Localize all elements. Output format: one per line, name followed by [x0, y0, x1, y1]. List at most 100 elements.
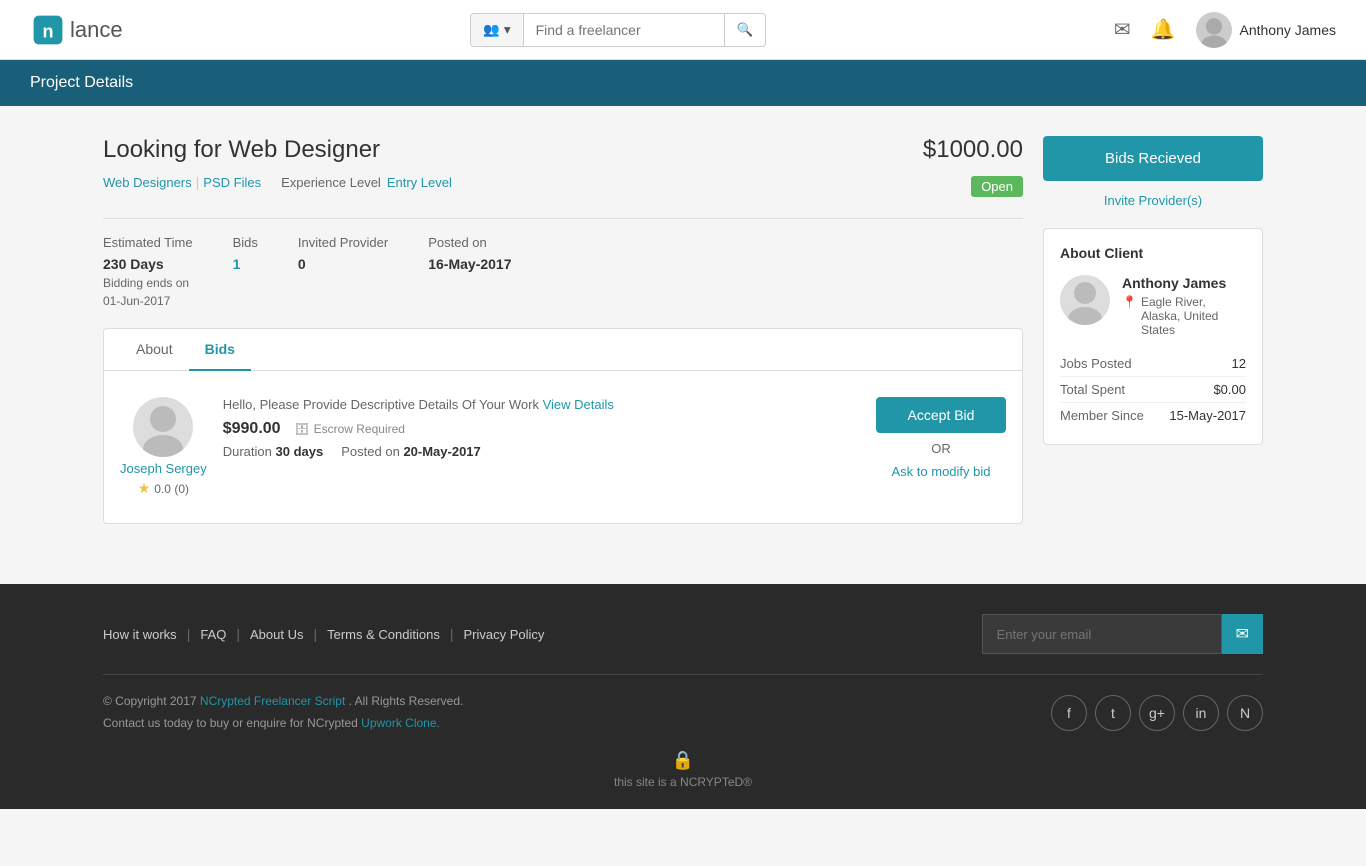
mail-icon[interactable]: ✉ — [1114, 17, 1131, 42]
bid-posted-value: 20-May-2017 — [403, 444, 480, 459]
bid-actions: Accept Bid OR Ask to modify bid — [876, 397, 1006, 479]
user-menu[interactable]: Anthony James — [1196, 12, 1337, 48]
lock-icon: 🔒 — [103, 750, 1263, 771]
page-banner: Project Details — [0, 60, 1366, 106]
about-client-title: About Client — [1060, 245, 1246, 261]
stat-estimated-time: Estimated Time 230 Days Bidding ends on … — [103, 235, 193, 308]
twitter-icon[interactable]: t — [1095, 695, 1131, 731]
ncrypted-social-icon[interactable]: N — [1227, 695, 1263, 731]
experience-label: Experience Level — [281, 175, 381, 190]
footer-link-about[interactable]: About Us — [250, 627, 303, 642]
stat-bids-value: 1 — [233, 256, 258, 272]
footer-link-faq[interactable]: FAQ — [200, 627, 226, 642]
stat-invited-value: 0 — [298, 256, 388, 272]
footer-email-submit[interactable]: ✉ — [1222, 614, 1263, 654]
footer-email-form: ✉ — [982, 614, 1263, 654]
bid-item: Joseph Sergey ★ 0.0 (0) Hello, Please Pr… — [120, 387, 1006, 507]
footer-nav-sep-1: | — [187, 626, 191, 642]
bidder-name[interactable]: Joseph Sergey — [120, 461, 207, 476]
stat-invited-label: Invited Provider — [298, 235, 388, 250]
tab-bids[interactable]: Bids — [189, 329, 251, 371]
copyright-text: © Copyright 2017 — [103, 694, 197, 708]
rating-count: (0) — [174, 482, 189, 496]
footer-top: How it works | FAQ | About Us | Terms & … — [103, 614, 1263, 654]
tabs-card: About Bids Joseph Sergey ★ — [103, 328, 1023, 524]
duration-value: 30 days — [276, 444, 324, 459]
facebook-icon[interactable]: f — [1051, 695, 1087, 731]
footer: How it works | FAQ | About Us | Terms & … — [0, 584, 1366, 809]
invite-providers-link[interactable]: Invite Provider(s) — [1043, 193, 1263, 208]
view-details-link[interactable]: View Details — [543, 397, 614, 412]
total-spent-label: Total Spent — [1060, 382, 1125, 397]
stat-bids-label: Bids — [233, 235, 258, 250]
tag-separator: | — [196, 174, 200, 190]
bidding-ends-label: Bidding ends on — [103, 276, 193, 290]
footer-link-privacy[interactable]: Privacy Policy — [463, 627, 544, 642]
search-icon: 🔍 — [737, 22, 754, 37]
experience-value: Entry Level — [387, 175, 452, 190]
project-budget: $1000.00 — [923, 136, 1023, 164]
logo-icon: n — [30, 12, 66, 48]
linkedin-icon[interactable]: in — [1183, 695, 1219, 731]
or-separator: OR — [931, 441, 951, 456]
bid-posted-label: Posted on — [341, 444, 400, 459]
left-panel: Looking for Web Designer $1000.00 Web De… — [103, 136, 1023, 544]
tag-web-designers[interactable]: Web Designers — [103, 175, 192, 190]
search-bar: 👥 ▾ 🔍 — [470, 13, 766, 47]
search-input[interactable] — [524, 14, 724, 46]
rating-value: 0.0 (0) — [154, 482, 189, 496]
bids-link[interactable]: 1 — [233, 256, 241, 272]
escrow-icon: 🗄 — [294, 422, 309, 436]
stat-posted-value: 16-May-2017 — [428, 256, 511, 272]
page-title: Project Details — [30, 74, 133, 91]
bid-avatar — [133, 397, 193, 457]
stat-bids: Bids 1 — [233, 235, 258, 308]
rating-number: 0.0 — [154, 482, 171, 496]
search-type-button[interactable]: 👥 ▾ — [471, 14, 523, 46]
ncrypted-badge: 🔒 this site is a NCRYPTeD® — [103, 750, 1263, 789]
bell-icon[interactable]: 🔔 — [1151, 17, 1176, 42]
upwork-link[interactable]: Upwork Clone. — [361, 716, 440, 730]
bid-amount: $990.00 — [223, 420, 281, 438]
bids-received-button[interactable]: Bids Recieved — [1043, 136, 1263, 181]
stat-estimated-time-label: Estimated Time — [103, 235, 193, 250]
ncrypted-link[interactable]: NCrypted Freelancer Script — [200, 694, 345, 708]
stat-posted-on: Posted on 16-May-2017 — [428, 235, 511, 308]
right-panel: Bids Recieved Invite Provider(s) About C… — [1043, 136, 1263, 544]
googleplus-icon[interactable]: g+ — [1139, 695, 1175, 731]
svg-text:n: n — [43, 21, 54, 41]
main-content: Looking for Web Designer $1000.00 Web De… — [83, 136, 1283, 544]
stats-divider — [103, 218, 1023, 219]
bid-details: Hello, Please Provide Descriptive Detail… — [223, 397, 860, 459]
project-title-row: Looking for Web Designer $1000.00 — [103, 136, 1023, 164]
client-stats: Jobs Posted 12 Total Spent $0.00 Member … — [1060, 351, 1246, 428]
search-button[interactable]: 🔍 — [724, 14, 766, 46]
stat-invited-provider: Invited Provider 0 — [298, 235, 388, 308]
bid-meta: Duration 30 days Posted on 20-May-2017 — [223, 444, 860, 459]
stat-estimated-time-value: 230 Days — [103, 256, 193, 272]
star-icon: ★ — [138, 480, 151, 497]
client-profile: Anthony James 📍 Eagle River, Alaska, Uni… — [1060, 275, 1246, 337]
stats-row: Estimated Time 230 Days Bidding ends on … — [103, 235, 1023, 308]
accept-bid-button[interactable]: Accept Bid — [876, 397, 1006, 433]
project-tags: Web Designers | PSD Files Experience Lev… — [103, 174, 452, 190]
client-stat-spent: Total Spent $0.00 — [1060, 377, 1246, 403]
bidder-avatar-image — [133, 397, 193, 457]
client-info: Anthony James 📍 Eagle River, Alaska, Uni… — [1122, 275, 1246, 337]
jobs-posted-value: 12 — [1232, 356, 1246, 371]
client-stat-member: Member Since 15-May-2017 — [1060, 403, 1246, 428]
modify-bid-link[interactable]: Ask to modify bid — [892, 464, 991, 479]
footer-link-how-it-works[interactable]: How it works — [103, 627, 177, 642]
status-badge: Open — [971, 176, 1023, 197]
tab-about[interactable]: About — [120, 329, 189, 371]
header: n lance 👥 ▾ 🔍 ✉ 🔔 Anthony James — [0, 0, 1366, 60]
client-name: Anthony James — [1122, 275, 1246, 291]
stat-posted-label: Posted on — [428, 235, 511, 250]
logo[interactable]: n lance — [30, 12, 123, 48]
member-since-value: 15-May-2017 — [1169, 408, 1246, 423]
footer-link-terms[interactable]: Terms & Conditions — [327, 627, 440, 642]
contact-text: Contact us today to buy or enquire for N… — [103, 716, 358, 730]
bid-rating: ★ 0.0 (0) — [138, 480, 189, 497]
tag-psd-files[interactable]: PSD Files — [203, 175, 261, 190]
footer-email-input[interactable] — [982, 614, 1222, 654]
